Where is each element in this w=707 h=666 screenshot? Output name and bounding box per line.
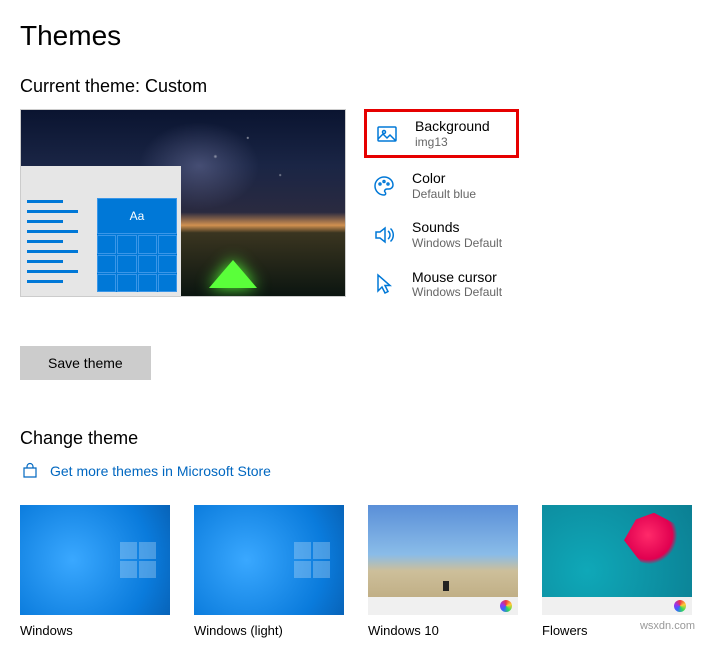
theme-label: Windows (light) bbox=[194, 623, 344, 638]
sounds-setting[interactable]: Sounds Windows Default bbox=[364, 213, 519, 256]
color-dot-icon bbox=[674, 600, 686, 612]
theme-thumb bbox=[20, 505, 170, 615]
store-icon bbox=[20, 461, 40, 481]
background-value: img13 bbox=[415, 135, 490, 149]
theme-preview: Aa bbox=[20, 109, 346, 297]
theme-thumb bbox=[194, 505, 344, 615]
sounds-title: Sounds bbox=[412, 219, 502, 236]
sounds-value: Windows Default bbox=[412, 236, 502, 250]
theme-label: Windows 10 bbox=[368, 623, 518, 638]
store-link-label: Get more themes in Microsoft Store bbox=[50, 463, 271, 479]
page-title: Themes bbox=[20, 20, 687, 52]
picture-icon bbox=[373, 120, 401, 148]
theme-windows-light[interactable]: Windows (light) bbox=[194, 505, 344, 638]
mouse-cursor-setting[interactable]: Mouse cursor Windows Default bbox=[364, 263, 519, 306]
theme-flowers[interactable]: Flowers bbox=[542, 505, 692, 638]
theme-thumb bbox=[542, 505, 692, 615]
color-value: Default blue bbox=[412, 187, 476, 201]
cursor-icon bbox=[370, 270, 398, 298]
watermark: wsxdn.com bbox=[640, 620, 695, 632]
background-setting[interactable]: Background img13 bbox=[364, 109, 519, 158]
store-link[interactable]: Get more themes in Microsoft Store bbox=[20, 461, 687, 481]
theme-thumb bbox=[368, 505, 518, 615]
color-title: Color bbox=[412, 170, 476, 187]
theme-label: Windows bbox=[20, 623, 170, 638]
background-title: Background bbox=[415, 118, 490, 135]
palette-icon bbox=[370, 172, 398, 200]
theme-windows-10[interactable]: Windows 10 bbox=[368, 505, 518, 638]
cursor-value: Windows Default bbox=[412, 285, 502, 299]
cursor-title: Mouse cursor bbox=[412, 269, 502, 286]
theme-windows[interactable]: Windows bbox=[20, 505, 170, 638]
preview-tile-text: Aa bbox=[97, 198, 177, 234]
save-theme-button[interactable]: Save theme bbox=[20, 346, 151, 380]
speaker-icon bbox=[370, 221, 398, 249]
current-theme-heading: Current theme: Custom bbox=[20, 76, 687, 97]
color-dot-icon bbox=[500, 600, 512, 612]
change-theme-heading: Change theme bbox=[20, 428, 687, 449]
color-setting[interactable]: Color Default blue bbox=[364, 164, 519, 207]
